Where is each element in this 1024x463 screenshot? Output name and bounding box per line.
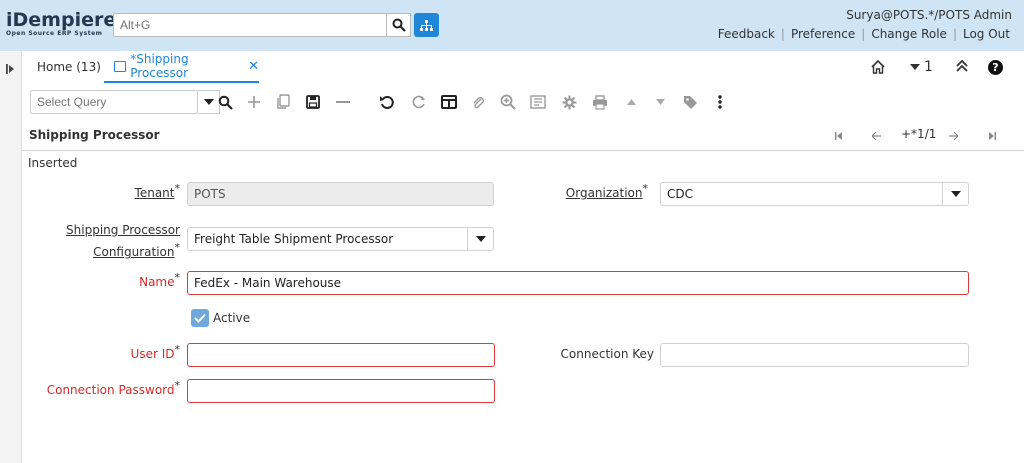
zoom-icon[interactable] <box>499 93 517 111</box>
refresh-icon[interactable] <box>410 93 428 111</box>
home-icon[interactable] <box>870 59 886 75</box>
first-record-icon[interactable] <box>835 132 842 140</box>
tab-shipping-processor[interactable]: *Shipping Processor ✕ <box>104 51 259 83</box>
active-checkbox[interactable] <box>191 309 209 327</box>
select-query-input[interactable] <box>30 90 198 114</box>
config-select[interactable]: Freight Table Shipment Processor <box>187 227 494 251</box>
search-button[interactable] <box>387 13 411 37</box>
grid-toggle-icon[interactable] <box>440 93 458 111</box>
help-icon[interactable]: ? <box>988 60 1003 75</box>
window-toolbar <box>22 87 1024 117</box>
connkey-label: Connection Key <box>560 347 654 361</box>
delete-icon[interactable] <box>334 93 352 111</box>
next-record-icon[interactable] <box>949 132 958 140</box>
config-value: Freight Table Shipment Processor <box>194 232 394 246</box>
caret-down-icon <box>910 64 920 70</box>
sitemap-button[interactable] <box>414 13 439 37</box>
record-navigator: +*1/1 <box>901 127 937 141</box>
tag-icon[interactable] <box>681 93 699 111</box>
name-label-text: Name <box>139 275 175 289</box>
organization-value: CDC <box>667 187 693 201</box>
change-role-link[interactable]: Change Role <box>865 27 953 41</box>
process-icon[interactable] <box>560 93 578 111</box>
active-label: Active <box>213 311 251 325</box>
config-dropdown-button[interactable] <box>467 228 493 250</box>
name-input[interactable]: FedEx - Main Warehouse <box>187 271 969 295</box>
organization-dropdown-button[interactable] <box>942 183 968 205</box>
close-tab-icon[interactable]: ✕ <box>248 59 259 74</box>
save-icon[interactable] <box>304 93 322 111</box>
logo-text: iDempiere <box>6 9 117 31</box>
user-info: Surya@POTS.*/POTS Admin <box>846 8 1012 22</box>
config-label-line1: Shipping Processor <box>66 223 180 237</box>
previous-icon[interactable] <box>622 93 640 111</box>
new-icon[interactable] <box>245 93 263 111</box>
sitemap-icon <box>420 19 433 31</box>
required-mark: * <box>174 379 181 392</box>
window-title-bar: Shipping Processor +*1/1 <box>22 119 1024 151</box>
userid-label-text: User ID <box>130 347 175 361</box>
west-panel-collapsed <box>0 51 22 463</box>
logout-link[interactable]: Log Out <box>957 27 1016 41</box>
header-links: Feedback | Preference | Change Role | Log O… <box>712 27 1016 41</box>
tenant-label-text: Tenant <box>134 186 175 200</box>
tab-home[interactable]: Home (13) <box>37 60 101 74</box>
required-mark: * <box>174 271 181 284</box>
previous-record-icon[interactable] <box>872 132 881 140</box>
userid-label: User ID* <box>60 343 180 361</box>
app-header: iDempiere Open Source ERP System Surya@P… <box>0 0 1024 51</box>
tenant-label: Tenant* <box>60 182 180 200</box>
more-icon[interactable] <box>711 93 729 111</box>
expand-panel-icon[interactable] <box>6 64 16 74</box>
window-list-dropdown[interactable]: 1 <box>910 59 933 75</box>
organization-select[interactable]: CDC <box>660 182 969 206</box>
connpw-label: Connection Password* <box>30 379 180 397</box>
window-tabs: Home (13) *Shipping Processor ✕ 1 ? <box>22 51 1024 83</box>
required-mark: * <box>642 182 649 195</box>
userid-input[interactable] <box>187 343 495 367</box>
caret-down-icon <box>950 191 961 197</box>
connpw-input[interactable] <box>187 379 495 403</box>
window-title: Shipping Processor <box>29 128 160 142</box>
next-icon[interactable] <box>651 93 669 111</box>
caret-down-icon <box>475 236 486 242</box>
tenant-field: POTS <box>187 182 494 206</box>
attachment-icon[interactable] <box>469 93 487 111</box>
search-icon <box>392 18 406 32</box>
collapse-up-icon[interactable] <box>955 58 969 74</box>
config-label: Shipping Processor Configuration* <box>40 219 180 264</box>
global-search-input[interactable] <box>113 13 387 37</box>
record-status: Inserted <box>28 156 78 170</box>
caret-down-icon <box>203 99 214 105</box>
idempiere-logo[interactable]: iDempiere Open Source ERP System <box>6 9 117 38</box>
last-record-icon[interactable] <box>989 132 996 140</box>
organization-label: Organization* <box>540 182 648 200</box>
config-label-line2: Configuration <box>93 245 175 259</box>
report-icon[interactable] <box>529 93 547 111</box>
connpw-label-text: Connection Password <box>46 383 175 397</box>
undo-icon[interactable] <box>378 93 396 111</box>
search-icon[interactable] <box>216 93 234 111</box>
name-label: Name* <box>60 271 180 289</box>
preference-link[interactable]: Preference <box>785 27 861 41</box>
feedback-link[interactable]: Feedback <box>712 27 781 41</box>
copy-icon[interactable] <box>274 93 292 111</box>
tab-label: *Shipping Processor <box>130 52 189 80</box>
window-icon <box>114 60 127 72</box>
required-mark: * <box>174 343 181 356</box>
window-count: 1 <box>924 59 933 75</box>
print-icon[interactable] <box>591 93 609 111</box>
required-mark: * <box>174 241 181 254</box>
organization-label-text: Organization <box>565 186 643 200</box>
logo-tagline: Open Source ERP System <box>6 30 103 37</box>
required-mark: * <box>174 182 181 195</box>
checkmark-icon <box>194 313 206 323</box>
connkey-input[interactable] <box>660 343 969 367</box>
